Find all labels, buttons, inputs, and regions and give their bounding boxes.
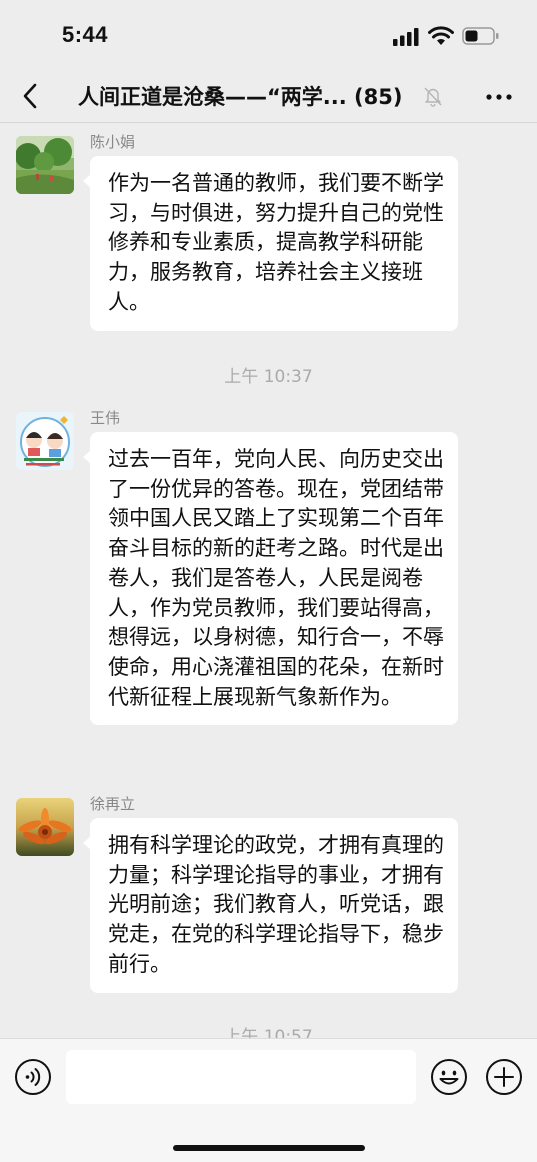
- plus-icon[interactable]: [485, 1058, 523, 1096]
- bell-muted-icon: [424, 87, 442, 107]
- message-input[interactable]: [66, 1050, 416, 1104]
- status-time: 5:44: [62, 22, 109, 47]
- ellipsis-icon: [486, 94, 512, 100]
- emoji-icon[interactable]: [430, 1058, 468, 1096]
- battery-icon: [462, 27, 499, 45]
- chat-title: 人间正道是沧桑——“两学... (85): [78, 85, 403, 109]
- more-button[interactable]: [482, 82, 516, 112]
- landscape-avatar[interactable]: [16, 136, 74, 194]
- message-bubble[interactable]: 过去一百年，党向人民、向历史交出了一份优异的答卷。现在，党团结带领中国人民又踏上…: [83, 432, 458, 726]
- message-bubble[interactable]: 作为一名普通的教师，我们要不断学习，与时俱进，努力提升自己的党性修养和专业素质，…: [83, 156, 458, 331]
- voice-icon[interactable]: [14, 1058, 52, 1096]
- input-bar: [0, 1038, 537, 1162]
- sender-name: 王伟: [90, 409, 121, 427]
- cartoon-children-avatar[interactable]: [16, 412, 74, 470]
- flower-avatar[interactable]: [16, 798, 74, 856]
- sender-name: 陈小娟: [90, 133, 136, 151]
- message-bubble[interactable]: 拥有科学理论的政党，才拥有真理的力量；科学理论指导的事业，才拥有光明前途；我们教…: [83, 818, 458, 993]
- sender-name: 徐再立: [90, 795, 136, 813]
- wifi-icon: [428, 26, 454, 45]
- timestamp: 上午 10:57: [224, 1027, 313, 1038]
- timestamp: 上午 10:37: [224, 367, 313, 387]
- chevron-left-icon: [23, 83, 37, 109]
- chat-area[interactable]: 陈小娟 作为一名普通的教师，我们要不断学习，与时俱进，努力提升自己的党性修养和专…: [0, 122, 537, 1038]
- header-divider: [0, 122, 537, 123]
- signal-icon: [393, 28, 419, 46]
- chat-header: 人间正道是沧桑——“两学... (85): [0, 72, 537, 122]
- home-indicator: [173, 1145, 365, 1151]
- back-button[interactable]: [14, 80, 46, 112]
- status-bar: 5:44: [0, 0, 537, 72]
